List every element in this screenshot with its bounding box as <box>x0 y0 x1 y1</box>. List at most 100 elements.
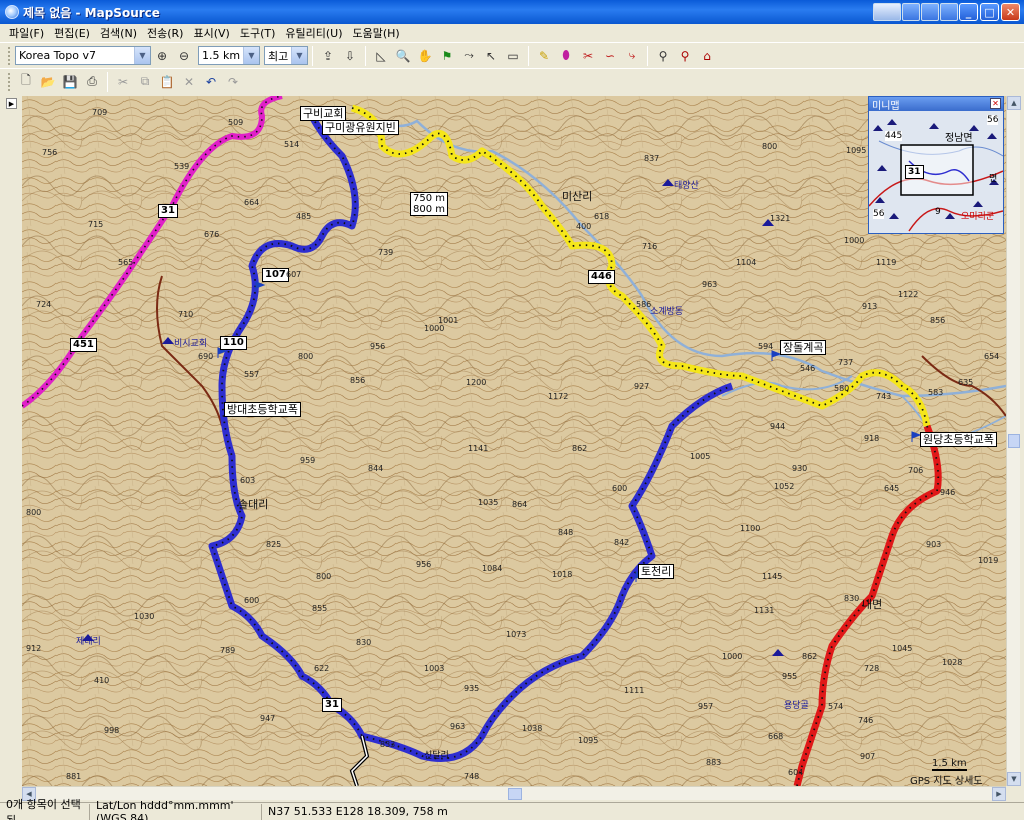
menu-help[interactable]: 도움말(H) <box>348 25 405 41</box>
toolbar-grip[interactable] <box>8 46 11 65</box>
zoom-in-icon[interactable]: ⊕ <box>152 46 172 66</box>
toolbar-separator <box>312 45 313 66</box>
elevation-label: 1119 <box>876 258 897 267</box>
zoom-scale-select[interactable]: 1.5 km ▼ <box>198 46 260 65</box>
paste-icon[interactable]: 📋 <box>157 72 177 92</box>
elevation-label: 1111 <box>624 686 645 695</box>
map-product-value: Korea Topo v7 <box>19 49 96 62</box>
tool-icon[interactable] <box>921 3 939 21</box>
elevation-label: 825 <box>266 540 282 549</box>
new-file-icon[interactable]: 🗋 <box>16 72 36 92</box>
chevron-down-icon[interactable]: ▼ <box>243 47 259 64</box>
minimize-button[interactable]: _ <box>959 3 978 21</box>
elevation-label: 913 <box>862 302 878 311</box>
zoom-out-icon[interactable]: ⊖ <box>174 46 194 66</box>
map-view[interactable]: 구비교회 구미광유원지빈 미산리 장돌계곡 방대초등학교폭 원당초등학교폭 토천… <box>22 96 1006 786</box>
undo-icon[interactable]: ↶ <box>201 72 221 92</box>
detail-level-select[interactable]: 최고 ▼ <box>264 46 308 65</box>
close-button[interactable]: ✕ <box>1001 3 1020 21</box>
eraser-icon[interactable]: ⬮ <box>556 46 576 66</box>
map-canvas[interactable] <box>22 96 1006 786</box>
maximize-button[interactable]: □ <box>980 3 999 21</box>
road-shield[interactable]: 31 <box>158 204 178 218</box>
delete-icon[interactable]: ✕ <box>179 72 199 92</box>
join-track-icon[interactable]: ∽ <box>600 46 620 66</box>
menu-edit[interactable]: 편집(E) <box>49 25 95 41</box>
measure-tool-icon[interactable]: ▭ <box>503 46 523 66</box>
divide-track-icon[interactable]: ✂ <box>578 46 598 66</box>
menu-view[interactable]: 표시(V) <box>188 25 234 41</box>
menu-tools[interactable]: 도구(T) <box>235 25 281 41</box>
place-label[interactable]: 구미광유원지빈 <box>322 120 399 135</box>
send-to-device-icon[interactable]: ⇪ <box>318 46 338 66</box>
title-extra-buttons <box>873 3 958 21</box>
map-tool-icon[interactable]: ◺ <box>371 46 391 66</box>
minimap-titlebar[interactable]: 미니맵 ✕ <box>869 97 1003 112</box>
road-shield[interactable]: 451 <box>70 338 97 352</box>
map-product-select[interactable]: Korea Topo v7 ▼ <box>15 46 151 65</box>
road-shield[interactable]: 446 <box>588 270 615 284</box>
place-label: 솔대리 <box>238 498 269 511</box>
menu-find[interactable]: 검색(N) <box>95 25 142 41</box>
minimap-panel[interactable]: 미니맵 ✕ 정남면 445 면 56 56 9 오미리군 31 <box>868 96 1004 234</box>
find-address-icon[interactable]: ⌂ <box>697 46 717 66</box>
horizontal-scroll-thumb[interactable] <box>508 788 522 800</box>
save-icon[interactable]: 💾 <box>60 72 80 92</box>
scroll-down-icon[interactable]: ▼ <box>1007 772 1021 786</box>
track-properties-icon[interactable]: ⤷ <box>622 46 642 66</box>
road-shield[interactable]: 107 <box>262 268 289 282</box>
toolbar-grip[interactable] <box>8 72 11 91</box>
track-draw-icon[interactable]: ✎ <box>534 46 554 66</box>
chevron-down-icon[interactable]: ▼ <box>291 47 307 64</box>
road-shield[interactable]: 31 <box>322 698 342 712</box>
elevation-label: 1131 <box>754 606 775 615</box>
zoom-tool-icon[interactable]: 🔍 <box>393 46 413 66</box>
copy-icon[interactable]: ⧉ <box>135 72 155 92</box>
elevation-label: 848 <box>558 528 574 537</box>
elevation-label: 918 <box>864 434 880 443</box>
elevation-label: 955 <box>782 672 798 681</box>
elevation-label: 746 <box>858 716 874 725</box>
find-icon[interactable]: ⚲ <box>653 46 673 66</box>
waypoint-tool-icon[interactable]: ⚑ <box>437 46 457 66</box>
find-nearby-icon[interactable]: ⚲ <box>675 46 695 66</box>
print-icon[interactable]: ⎙ <box>82 72 102 92</box>
place-label[interactable]: 구비교회 <box>300 106 347 121</box>
expand-panel-icon[interactable]: ▶ <box>6 98 17 109</box>
elevation-label: 800 <box>298 352 314 361</box>
elevation-label: 580 <box>834 384 850 393</box>
road-shield[interactable]: 110 <box>220 336 247 350</box>
menu-utilities[interactable]: 유틸리티(U) <box>280 25 347 41</box>
vertical-scroll-thumb[interactable] <box>1008 434 1020 448</box>
place-label[interactable]: 원당초등학교폭 <box>920 432 997 447</box>
close-icon[interactable]: ✕ <box>990 98 1001 109</box>
redo-icon[interactable]: ↷ <box>223 72 243 92</box>
hand-tool-icon[interactable]: ✋ <box>415 46 435 66</box>
place-label[interactable]: 방대초등학교폭 <box>224 402 301 417</box>
tool-icon[interactable] <box>940 3 958 21</box>
vertical-scrollbar[interactable]: ▲ ▼ <box>1006 96 1021 786</box>
map-frame: ▶ 구비교회 구미광유원지빈 미산리 장돌계곡 방대초등학교폭 원당초등학교폭 … <box>4 96 1021 802</box>
open-folder-icon[interactable]: 📂 <box>38 72 58 92</box>
elevation-label: 881 <box>66 772 82 781</box>
menu-file[interactable]: 파일(F) <box>4 25 49 41</box>
route-tool-icon[interactable]: ⤳ <box>459 46 479 66</box>
elevation-label: 956 <box>416 560 432 569</box>
toolbar-separator <box>528 45 529 66</box>
scroll-right-icon[interactable]: ▶ <box>992 787 1006 801</box>
title-bar[interactable]: 제목 없음 - MapSource _ □ ✕ <box>0 0 1024 24</box>
menu-transfer[interactable]: 전송(R) <box>142 25 188 41</box>
receive-from-device-icon[interactable]: ⇩ <box>340 46 360 66</box>
place-label[interactable]: 토천리 <box>638 564 675 579</box>
place-label: 신달리 <box>424 751 449 761</box>
minimap-label: 9 <box>935 207 941 217</box>
map-toolbar: Korea Topo v7 ▼ ⊕ ⊖ 1.5 km ▼ 최고 ▼ ⇪ ⇩ ◺ … <box>0 42 1024 68</box>
select-tool-icon[interactable]: ↖ <box>481 46 501 66</box>
scroll-up-icon[interactable]: ▲ <box>1007 96 1021 110</box>
detail-level-value: 최고 <box>268 49 289 63</box>
chevron-down-icon[interactable]: ▼ <box>134 47 150 64</box>
elevation-label: 600 <box>244 596 260 605</box>
place-label[interactable]: 장돌계곡 <box>780 340 827 355</box>
tool-icon[interactable] <box>902 3 920 21</box>
cut-icon[interactable]: ✂ <box>113 72 133 92</box>
